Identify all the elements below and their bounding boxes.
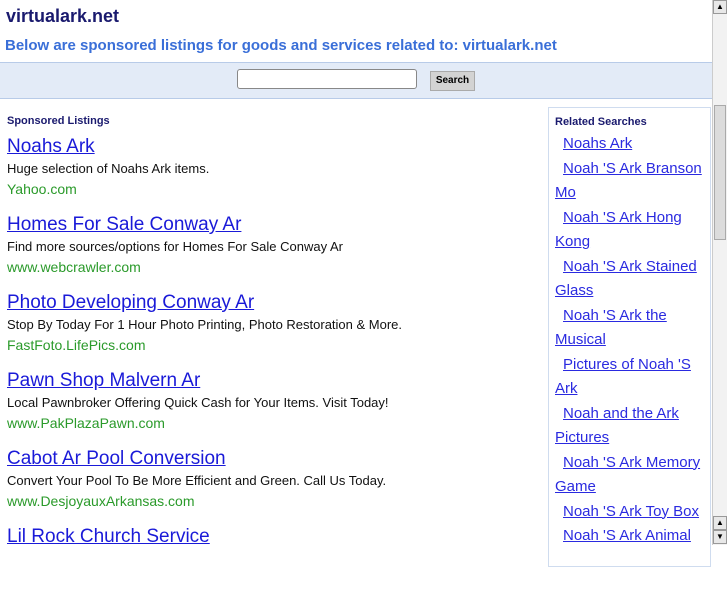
listing-title-link[interactable]: Homes For Sale Conway Ar <box>7 213 537 237</box>
listing-title-link[interactable]: Noahs Ark <box>7 135 537 159</box>
listing-url[interactable]: www.webcrawler.com <box>7 257 537 277</box>
related-search-link[interactable]: Noah and the Ark Pictures <box>555 402 704 451</box>
site-title: virtualark.net <box>6 6 120 26</box>
listing-url[interactable]: FastFoto.LifePics.com <box>7 335 537 355</box>
listing: Cabot Ar Pool Conversion Convert Your Poo… <box>7 447 537 525</box>
related-search-link[interactable]: Noah 'S Ark Stained Glass <box>555 255 704 304</box>
listing: Homes For Sale Conway Ar Find more source… <box>7 213 537 291</box>
listing: Lil Rock Church Service <box>7 525 537 603</box>
search-button[interactable]: Search <box>430 71 475 91</box>
related-search-link[interactable]: Noah 'S Ark Toy Box <box>555 500 704 525</box>
related-searches: Related Searches Noahs Ark Noah 'S Ark Br… <box>548 107 711 567</box>
related-search-link[interactable]: Noahs Ark <box>555 132 704 157</box>
related-heading: Related Searches <box>555 116 647 128</box>
listing-title-link[interactable]: Photo Developing Conway Ar <box>7 291 537 315</box>
listing-title-link[interactable]: Lil Rock Church Service <box>7 525 537 549</box>
scroll-up-icon[interactable]: ▲ <box>713 0 727 14</box>
listing-description: Convert Your Pool To Be More Efficient a… <box>7 473 387 488</box>
listing-description: Stop By Today For 1 Hour Photo Printing,… <box>7 317 403 332</box>
listing-description: Find more sources/options for Homes For … <box>7 239 343 254</box>
related-search-link[interactable]: Noah 'S Ark Branson Mo <box>555 157 704 206</box>
listing-url[interactable]: www.PakPlazaPawn.com <box>7 413 537 433</box>
scroll-up-icon[interactable]: ▲ <box>713 516 727 530</box>
listing-url[interactable]: www.DesjoyauxArkansas.com <box>7 491 537 511</box>
listing-description: Huge selection of Noahs Ark items. <box>7 161 210 176</box>
listing: Noahs Ark Huge selection of Noahs Ark ite… <box>7 135 537 213</box>
related-search-link[interactable]: Noah 'S Ark Memory Game <box>555 451 704 500</box>
subtitle: Below are sponsored listings for goods a… <box>5 37 557 54</box>
related-search-link[interactable]: Noah 'S Ark the Musical <box>555 304 704 353</box>
listing-url[interactable]: Yahoo.com <box>7 179 537 199</box>
listing-title-link[interactable]: Cabot Ar Pool Conversion <box>7 447 537 471</box>
sponsored-listings: Sponsored Listings Noahs Ark Huge selecti… <box>7 115 537 603</box>
search-input[interactable] <box>237 69 417 89</box>
listing-description: Local Pawnbroker Offering Quick Cash for… <box>7 395 389 410</box>
scroll-down-icon[interactable]: ▼ <box>713 530 727 544</box>
sponsored-heading: Sponsored Listings <box>7 115 110 127</box>
listing: Pawn Shop Malvern Ar Local Pawnbroker Off… <box>7 369 537 447</box>
related-search-link[interactable]: Pictures of Noah 'S Ark <box>555 353 704 402</box>
related-search-link[interactable]: Noah 'S Ark Hong Kong <box>555 206 704 255</box>
listing: Photo Developing Conway Ar Stop By Today … <box>7 291 537 369</box>
listing-title-link[interactable]: Pawn Shop Malvern Ar <box>7 369 537 393</box>
scroll-thumb[interactable] <box>714 105 726 240</box>
search-bar: Search <box>0 62 712 99</box>
scrollbar[interactable]: ▲ ▲ ▼ <box>712 0 727 545</box>
